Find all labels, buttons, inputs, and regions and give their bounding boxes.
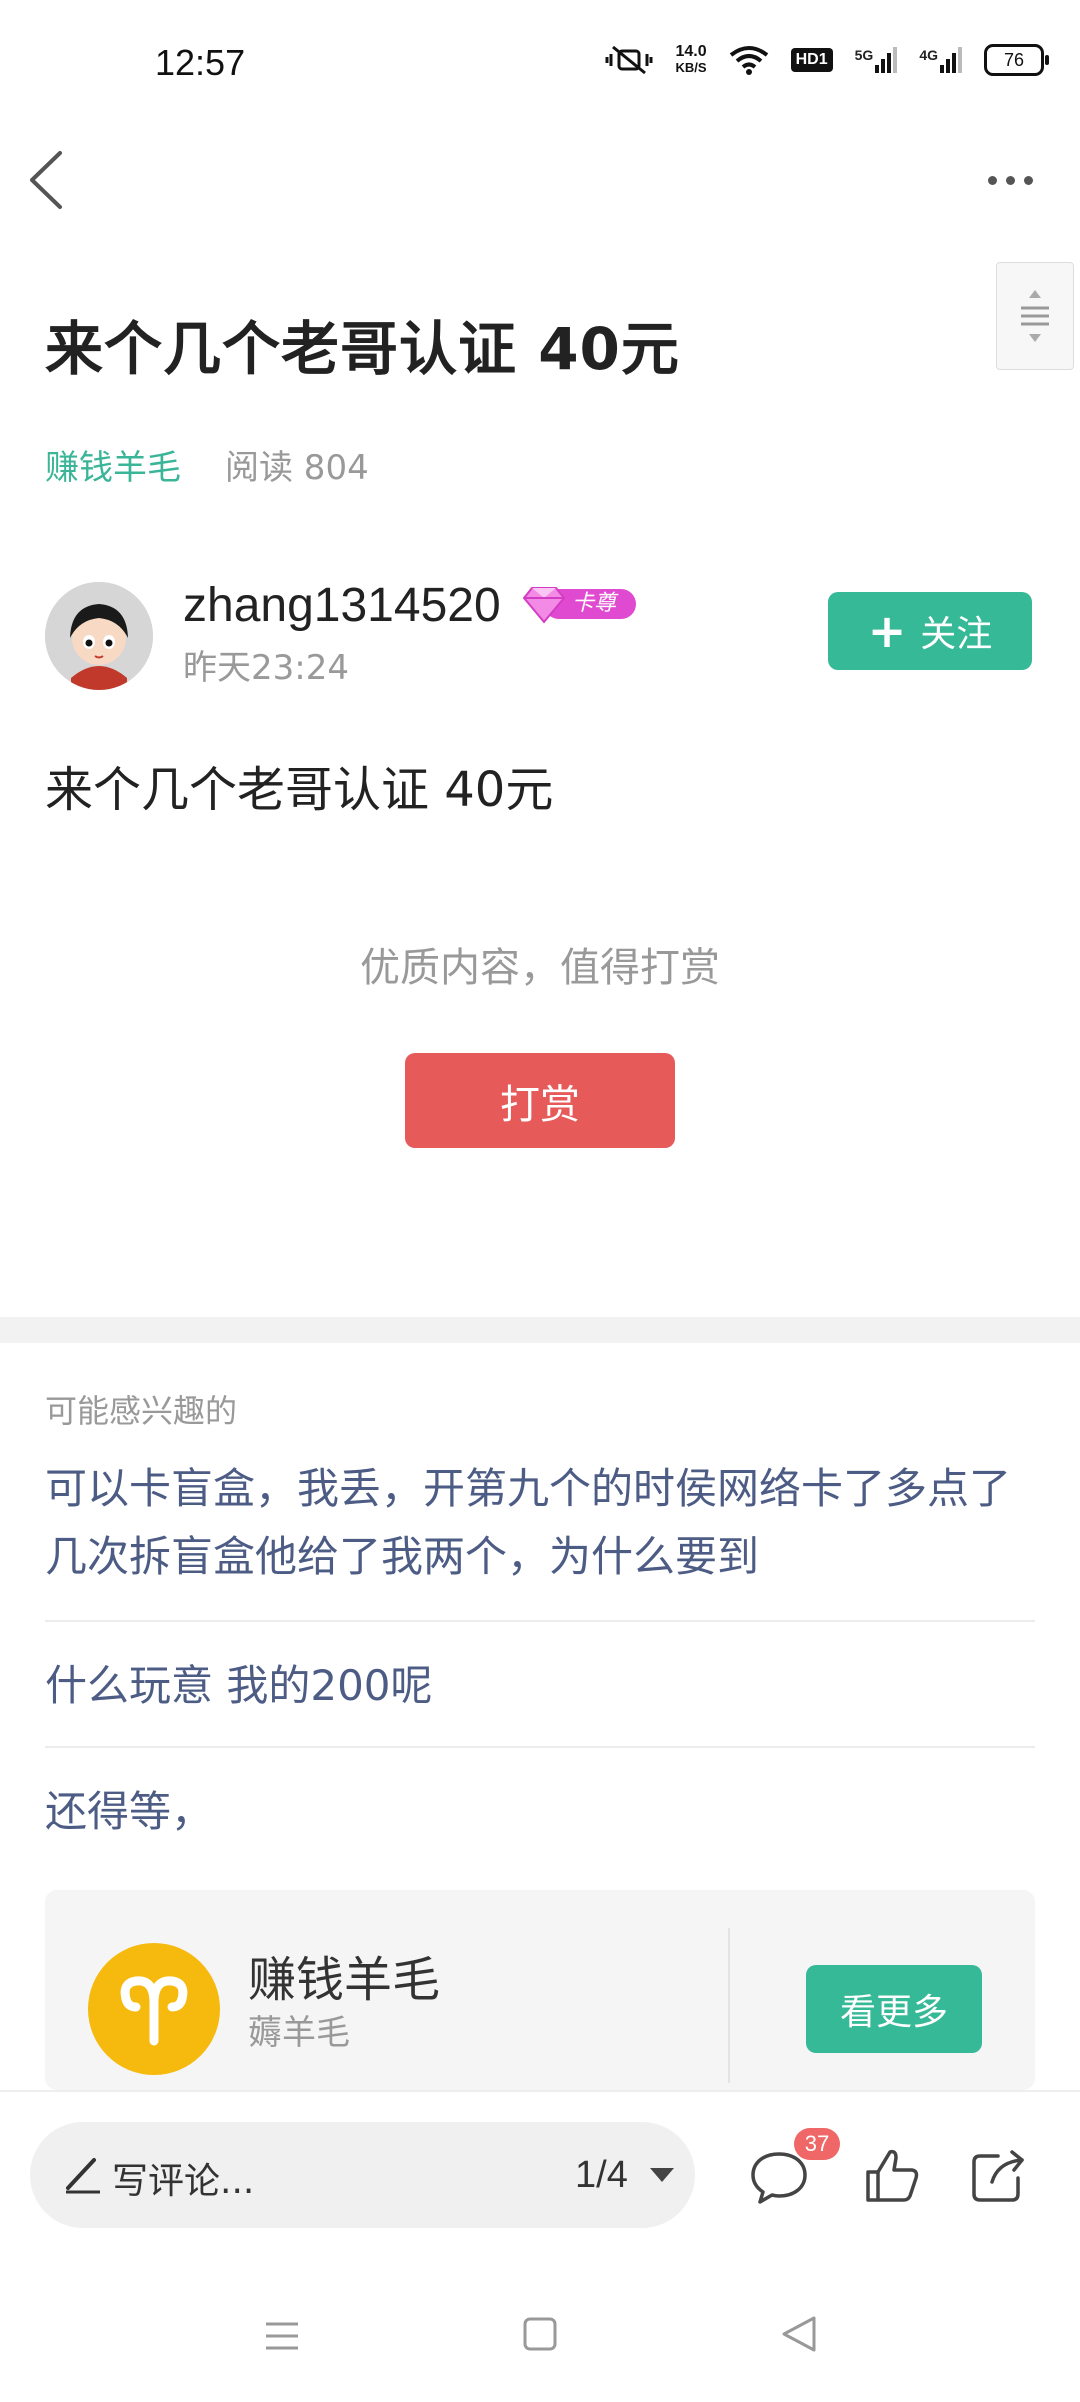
follow-label: 关注 [920, 614, 993, 655]
dot-icon [987, 175, 997, 185]
caret-down-icon[interactable] [650, 2168, 674, 2182]
status-time: 12:57 [155, 42, 246, 83]
comment-placeholder[interactable]: 写评论... [112, 2152, 254, 2204]
post-title: 来个几个老哥认证 40元 [45, 315, 680, 383]
back-button[interactable] [22, 145, 72, 215]
net-speed-value: 14.0 [675, 43, 707, 60]
recommendation-item[interactable]: 什么玩意 我的200呢 [45, 1652, 1035, 1720]
signal-5g-icon: 5G [855, 47, 898, 73]
chevron-left-icon [30, 151, 62, 209]
wifi-icon [729, 46, 768, 75]
thumbs-up-icon[interactable] [862, 2146, 922, 2206]
post-body: 来个几个老哥认证 40元 [45, 762, 554, 818]
share-icon[interactable] [968, 2146, 1028, 2206]
divider [45, 1620, 1035, 1622]
more-options-button[interactable] [975, 160, 1045, 200]
circle-logo [88, 1943, 220, 2075]
home-icon[interactable] [522, 2316, 558, 2352]
recommendation-item[interactable]: 可以卡盲盒，我丢，开第九个的时侯网络卡了多点了几次拆盲盒他给了我两个，为什么要到 [45, 1455, 1035, 1591]
back-triangle-icon[interactable] [780, 2314, 818, 2354]
see-more-button[interactable]: 看更多 [806, 1965, 982, 2053]
diamond-icon [522, 587, 566, 624]
divider [45, 1746, 1035, 1748]
recommendation-item[interactable]: 还得等， [45, 1778, 1035, 1846]
mute-vibrate-icon [605, 45, 653, 75]
reward-button[interactable]: 打赏 [405, 1053, 675, 1148]
dot-icon [1023, 175, 1033, 185]
status-icons: 14.0 KB/S HD1 5G 4G 76 [605, 44, 1049, 76]
follow-button[interactable]: + 关注 [828, 592, 1032, 670]
category-link[interactable]: 赚钱羊毛 [45, 440, 181, 489]
recommendations-label: 可能感兴趣的 [45, 1392, 238, 1430]
pen-icon [66, 2158, 100, 2194]
avatar[interactable] [45, 582, 153, 690]
author-name[interactable]: zhang1314520 [183, 578, 501, 633]
section-divider [0, 1317, 1080, 1343]
aries-icon [120, 1976, 188, 2046]
signal-4g-icon: 4G [919, 47, 962, 73]
circle-subtitle: 薅羊毛 [248, 2013, 350, 2053]
circle-name: 赚钱羊毛 [248, 1952, 441, 2008]
dot-icon [1005, 175, 1015, 185]
scroll-lines-icon [1021, 290, 1049, 342]
reward-hint: 优质内容，值得打赏 [360, 945, 720, 991]
post-time: 昨天23:24 [183, 648, 349, 688]
comment-count-badge: 37 [794, 2128, 840, 2160]
read-count: 阅读 804 [225, 448, 369, 488]
scroll-handle[interactable] [996, 262, 1074, 370]
plus-icon: + [867, 604, 907, 658]
battery-icon: 76 [984, 44, 1049, 76]
signal-5g-label: 5G [854, 47, 874, 63]
signal-4g-label: 4G [919, 47, 938, 63]
page-indicator[interactable]: 1/4 [575, 2154, 628, 2197]
avatar-image [45, 582, 153, 690]
menu-icon[interactable] [262, 2318, 302, 2354]
net-speed-unit: KB/S [675, 60, 707, 75]
net-speed: 14.0 KB/S [675, 44, 706, 76]
divider [728, 1928, 730, 2083]
hd-icon: HD1 [790, 48, 833, 72]
vip-badge: 卡尊 [522, 584, 637, 624]
